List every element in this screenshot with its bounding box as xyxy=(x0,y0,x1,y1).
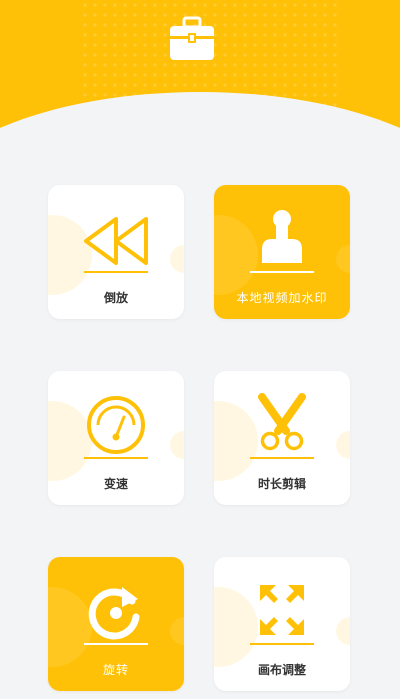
card-decoration xyxy=(336,617,350,645)
card-underline xyxy=(84,643,148,645)
rotate-icon xyxy=(88,587,140,640)
tool-label: 本地视频加水印 xyxy=(236,291,328,305)
card-underline xyxy=(250,271,314,273)
tool-card-canvas[interactable]: 画布调整 xyxy=(214,557,350,691)
tool-card-watermark[interactable]: 本地视频加水印 xyxy=(214,185,350,319)
card-underline xyxy=(250,643,314,645)
card-underline xyxy=(84,457,148,459)
card-decoration xyxy=(336,245,350,273)
card-decoration xyxy=(170,245,184,273)
rewind-icon xyxy=(84,217,148,265)
tool-card-rotate[interactable]: 旋转 xyxy=(48,557,184,691)
tool-card-speed[interactable]: 变速 xyxy=(48,371,184,505)
tool-card-trim[interactable]: 时长剪辑 xyxy=(214,371,350,505)
tool-card-reverse[interactable]: 倒放 xyxy=(48,185,184,319)
tool-label: 画布调整 xyxy=(257,663,306,677)
tool-label: 变速 xyxy=(103,477,128,491)
card-decoration xyxy=(336,431,350,459)
scissors-icon xyxy=(258,393,306,451)
card-decoration xyxy=(170,431,184,459)
header-banner xyxy=(0,0,400,170)
card-underline xyxy=(250,457,314,459)
card-underline xyxy=(84,271,148,273)
card-decoration xyxy=(170,617,184,645)
header-curve xyxy=(0,92,400,170)
resize-arrows-icon xyxy=(260,585,304,635)
speedometer-icon xyxy=(87,396,145,454)
tool-label: 旋转 xyxy=(102,663,129,677)
toolbox-icon xyxy=(170,16,214,60)
stamp-icon xyxy=(262,210,302,263)
tool-label: 时长剪辑 xyxy=(257,477,306,491)
tool-label: 倒放 xyxy=(103,291,128,305)
